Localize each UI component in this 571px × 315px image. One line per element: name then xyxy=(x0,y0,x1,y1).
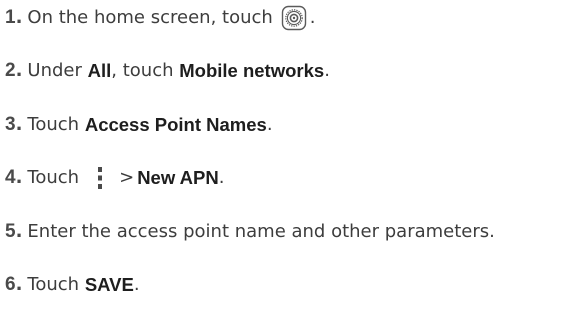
step-number-dot: . xyxy=(15,114,23,135)
step-number: 5 xyxy=(5,221,16,242)
step-end: . xyxy=(133,274,140,295)
step-number-dot: . xyxy=(15,274,23,295)
step-text-pre: Touch xyxy=(27,114,80,135)
step-number: 3 xyxy=(5,114,16,135)
step-6: 6. Touch SAVE. xyxy=(5,271,140,299)
step-1: 1. On the home screen, touch . xyxy=(5,4,316,32)
step-2: 2. Under All, touch Mobile networks. xyxy=(5,57,330,85)
step-bold-all: All xyxy=(87,60,112,81)
step-bold-save: SAVE xyxy=(84,274,134,295)
step-end: . xyxy=(309,7,316,28)
step-text-pre: Touch xyxy=(27,274,80,295)
step-number: 6 xyxy=(5,274,16,295)
step-text: Enter the access point name and other pa… xyxy=(27,221,495,242)
step-text-pre: Touch xyxy=(27,167,80,188)
step-number-dot: . xyxy=(15,221,23,242)
step-end: . xyxy=(218,167,225,188)
step-4: 4. Touch > New APN. xyxy=(5,164,224,192)
step-bold-new-apn: New APN xyxy=(137,167,219,188)
step-number: 1 xyxy=(5,7,16,28)
more-options-icon xyxy=(95,166,105,190)
step-5: 5. Enter the access point name and other… xyxy=(5,218,495,246)
menu-separator: > xyxy=(119,167,135,188)
step-end: . xyxy=(266,114,273,135)
step-end: . xyxy=(324,60,330,81)
step-bold-mobile-networks: Mobile networks xyxy=(179,60,325,81)
step-number-dot: . xyxy=(15,167,23,188)
step-number: 2 xyxy=(5,60,16,81)
settings-gear-icon xyxy=(281,5,307,31)
step-number-dot: . xyxy=(15,60,23,81)
step-text-mid: , touch xyxy=(111,60,174,81)
step-bold-access-point-names: Access Point Names xyxy=(84,114,267,135)
step-text: On the home screen, touch xyxy=(27,7,273,28)
step-3: 3. Touch Access Point Names. xyxy=(5,111,273,139)
step-number: 4 xyxy=(5,167,16,188)
step-text-pre: Under xyxy=(27,60,82,81)
step-number-dot: . xyxy=(15,7,23,28)
